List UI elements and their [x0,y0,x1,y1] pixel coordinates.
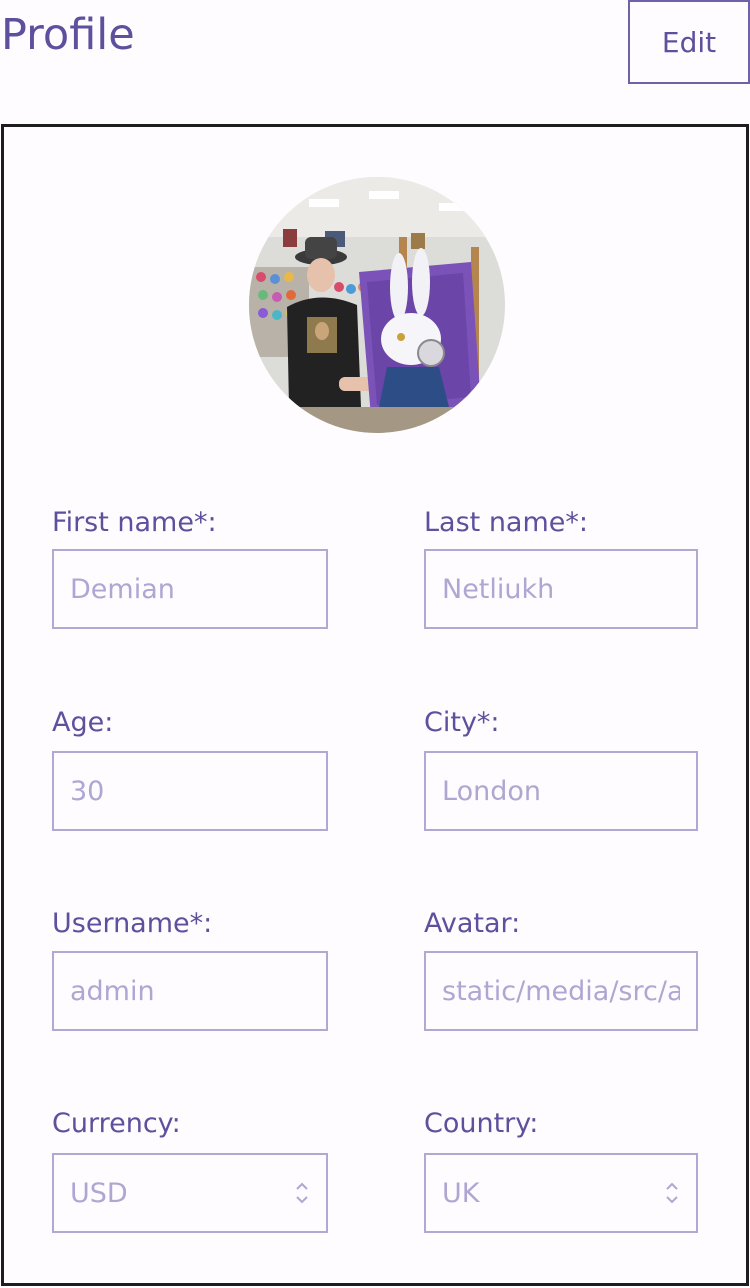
chevron-up-down-icon [664,1180,680,1206]
first-name-input[interactable] [52,549,328,629]
avatar [249,177,505,433]
avatar-photo [249,177,505,433]
page-title: Profile [1,10,135,60]
age-label: Age: [52,707,114,738]
country-select-value: UK [442,1177,480,1209]
username-input[interactable] [52,951,328,1031]
avatar-input[interactable] [424,951,698,1031]
last-name-label: Last name*: [424,507,588,538]
currency-select-value: USD [70,1177,128,1209]
country-select[interactable]: UK [424,1153,698,1233]
username-label: Username*: [52,908,213,939]
age-input[interactable] [52,751,328,831]
city-label: City*: [424,707,500,738]
currency-select[interactable]: USD [52,1153,328,1233]
first-name-label: First name*: [52,507,217,538]
last-name-input[interactable] [424,549,698,629]
header: Profile Edit [0,0,750,100]
city-input[interactable] [424,751,698,831]
profile-card: First name*: Last name*: Age: City*: Use… [1,124,749,1286]
avatar-label: Avatar: [424,908,521,939]
currency-label: Currency: [52,1108,181,1139]
chevron-up-down-icon [294,1180,310,1206]
country-label: Country: [424,1108,539,1139]
edit-button[interactable]: Edit [628,0,750,84]
